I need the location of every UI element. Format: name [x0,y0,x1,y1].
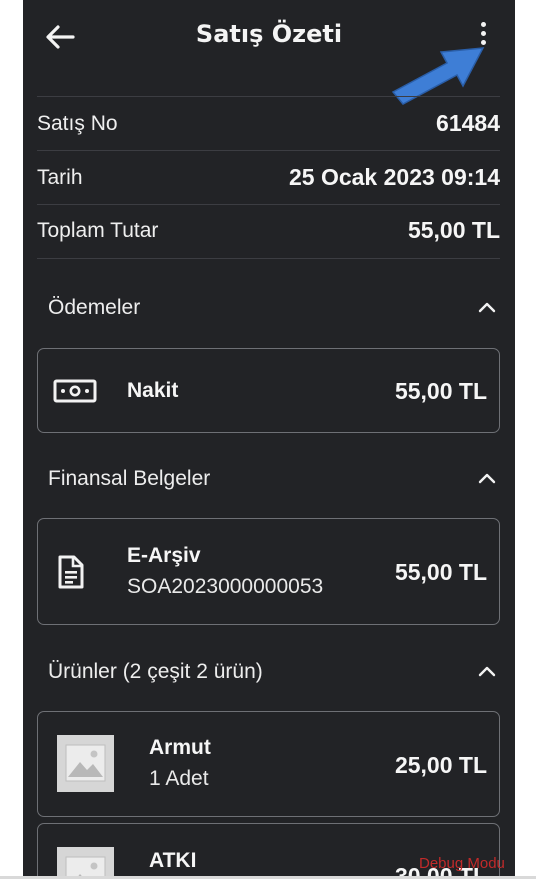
total-label: Toplam Tutar [37,219,159,242]
image-placeholder-icon [57,735,114,792]
product-amount: 25,00 TL [394,752,487,778]
products-section-title: Ürünler (2 çeşit 2 ürün) [48,660,263,683]
date-value: 25 Ocak 2023 09:14 [288,164,500,190]
document-amount: 55,00 TL [394,559,487,585]
payment-name: Nakit [127,379,179,402]
products-section-header[interactable]: Ürünler (2 çeşit 2 ürün) [48,653,498,693]
documents-section-title: Finansal Belgeler [48,467,211,490]
payment-card-cash[interactable]: Nakit 55,00 TL [37,348,500,433]
payments-section-title: Ödemeler [48,296,141,319]
divider [37,204,500,205]
sale-no-label: Satış No [37,112,118,135]
debug-mode-label: Debug Modu [419,855,505,872]
product-quantity: 1 Adet [149,767,209,790]
chevron-up-icon[interactable] [476,470,498,486]
payment-amount: 55,00 TL [394,378,487,404]
date-row: Tarih 25 Ocak 2023 09:14 [37,158,500,198]
sale-no-row: Satış No 61484 [37,104,500,144]
document-icon [58,555,84,589]
sale-no-value: 61484 [436,110,500,136]
chevron-up-icon[interactable] [476,663,498,679]
payments-section-header[interactable]: Ödemeler [48,289,498,329]
document-card-earsiv[interactable]: E-Arşiv SOA2023000000053 55,00 TL [37,518,500,625]
app-screen: Satış Özeti Satış No 61484 Tarih 25 Ocak… [23,0,515,885]
bottom-edge [0,876,536,888]
product-name: Armut [149,736,211,759]
annotation-pointer-arrow-icon [391,47,485,105]
chevron-up-icon[interactable] [476,299,498,315]
total-row: Toplam Tutar 55,00 TL [37,211,500,251]
document-name: E-Arşiv [127,544,201,567]
document-number: SOA2023000000053 [127,575,324,598]
divider [37,96,500,97]
total-value: 55,00 TL [407,217,500,243]
divider [37,258,500,259]
cash-icon [53,379,97,403]
date-label: Tarih [37,166,83,189]
documents-section-header[interactable]: Finansal Belgeler [48,460,498,500]
divider [37,150,500,151]
product-card-armut[interactable]: Armut 1 Adet 25,00 TL [37,711,500,817]
product-name: ATKI [149,849,197,872]
